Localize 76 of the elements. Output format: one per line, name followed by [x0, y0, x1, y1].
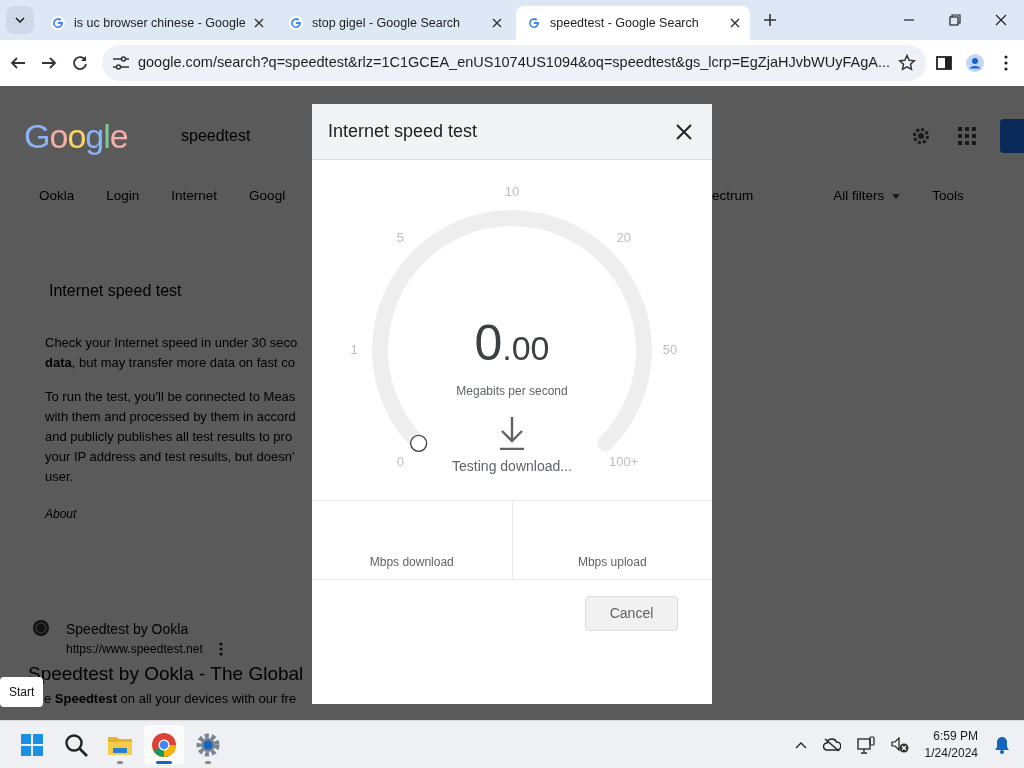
windows-logo-icon: [19, 731, 45, 758]
cancel-button[interactable]: Cancel: [585, 596, 678, 631]
side-panel-icon: [934, 54, 953, 72]
cloud-off-icon[interactable]: [822, 737, 841, 752]
restore-icon: [949, 14, 961, 26]
gauge-tick-label: 5: [396, 229, 404, 248]
filter-chip[interactable]: Login: [106, 185, 140, 207]
close-icon: [492, 18, 502, 28]
filter-chip[interactable]: Internet: [171, 185, 218, 207]
filter-chip[interactable]: Ookla: [39, 185, 75, 207]
speed-reading: 0: [474, 318, 503, 368]
dialog-title: Internet speed test: [328, 120, 478, 143]
close-tab-button[interactable]: [492, 18, 502, 28]
reload-icon: [71, 54, 90, 72]
apps-grid-icon[interactable]: [958, 127, 976, 145]
plus-icon: [763, 13, 777, 27]
about-link[interactable]: About: [45, 505, 312, 523]
close-button[interactable]: [676, 123, 692, 140]
site-url: https://www.speedtest.net: [66, 641, 203, 658]
gear-icon: [195, 731, 221, 758]
volume-muted-icon[interactable]: [890, 736, 909, 753]
close-tab-button[interactable]: [254, 18, 264, 28]
google-icon: [50, 15, 66, 31]
caret-icon: [892, 193, 901, 199]
filter-chip[interactable]: ectrum: [712, 185, 754, 207]
google-icon: [288, 15, 304, 31]
close-icon: [254, 18, 264, 28]
all-filters-button[interactable]: All filters: [833, 185, 901, 207]
gauge-thumb: [410, 434, 428, 452]
close-icon: [730, 18, 740, 28]
kebab-menu-icon: [1004, 55, 1009, 71]
settings-icon[interactable]: [910, 125, 932, 147]
result-snippet: e Speedtest on all your devices with our fre: [44, 689, 298, 708]
chevron-up-icon[interactable]: [794, 740, 807, 749]
close-tab-button[interactable]: [730, 18, 740, 28]
chrome-button[interactable]: [144, 724, 184, 765]
more-options-icon[interactable]: [218, 642, 223, 656]
site-settings-icon[interactable]: [112, 55, 130, 71]
chevron-down-icon: [15, 17, 25, 23]
paragraph: To run the test, you'll be connected to Meas with them and processed by them in accord and publicly publishes all test results to pro your IP address and test results, but doesn' user.: [45, 388, 297, 486]
star-icon[interactable]: [898, 54, 916, 72]
paragraph: Check your Internet speed in under 30 seco data, but may transfer more data on fast co: [45, 334, 299, 372]
address-bar[interactable]: google.com/search?q=speedtest&rlz=1C1GCEA_enUS1074US1094&oq=speedtest&gs_lcrp=EgZjaHJvbWUyFAgA...: [102, 45, 926, 81]
browser-tab[interactable]: stop gigel - Google Search: [278, 6, 512, 40]
gauge-tick-label: 10: [504, 183, 520, 202]
card-title: Internet speed test: [49, 281, 183, 301]
status-text: Testing download...: [452, 457, 572, 476]
browser-tab[interactable]: is uc browser chinese - Google: [40, 6, 274, 40]
stat-label: Mbps download: [369, 554, 454, 571]
google-logo[interactable]: Google: [24, 110, 174, 162]
unit-label: Megabits per second: [456, 383, 568, 400]
chrome-icon: [151, 731, 177, 758]
network-icon[interactable]: [856, 735, 875, 754]
google-icon: [526, 15, 542, 31]
close-icon: [995, 14, 1007, 26]
gauge-tick-label: 1: [350, 341, 358, 360]
site-name: Speedtest by Ookla: [66, 620, 190, 639]
site-favicon-icon: [32, 619, 50, 637]
download-arrow-icon: [499, 416, 525, 450]
clock-time[interactable]: 6:59 PM: [933, 727, 978, 745]
filter-chip[interactable]: Googl: [249, 185, 286, 207]
browser-tab[interactable]: speedtest - Google Search: [516, 6, 750, 40]
close-icon: [676, 123, 692, 140]
bell-icon[interactable]: [994, 735, 1010, 754]
gauge-tick-label: 20: [616, 229, 631, 248]
gauge-tick-label: 0: [396, 452, 404, 471]
clock-date[interactable]: 1/24/2024: [924, 744, 978, 762]
stat-label: Mbps upload: [577, 554, 647, 571]
tools-button[interactable]: Tools: [932, 185, 964, 207]
gauge-tick-label: 50: [662, 341, 678, 360]
search-icon: [63, 731, 89, 758]
gauge-tick-label: 100+: [609, 452, 639, 471]
person-icon: [966, 54, 984, 72]
search-query[interactable]: speedtest: [181, 124, 251, 148]
speed-reading-decimals: .00: [502, 331, 550, 365]
tab-list-button[interactable]: [6, 6, 34, 34]
